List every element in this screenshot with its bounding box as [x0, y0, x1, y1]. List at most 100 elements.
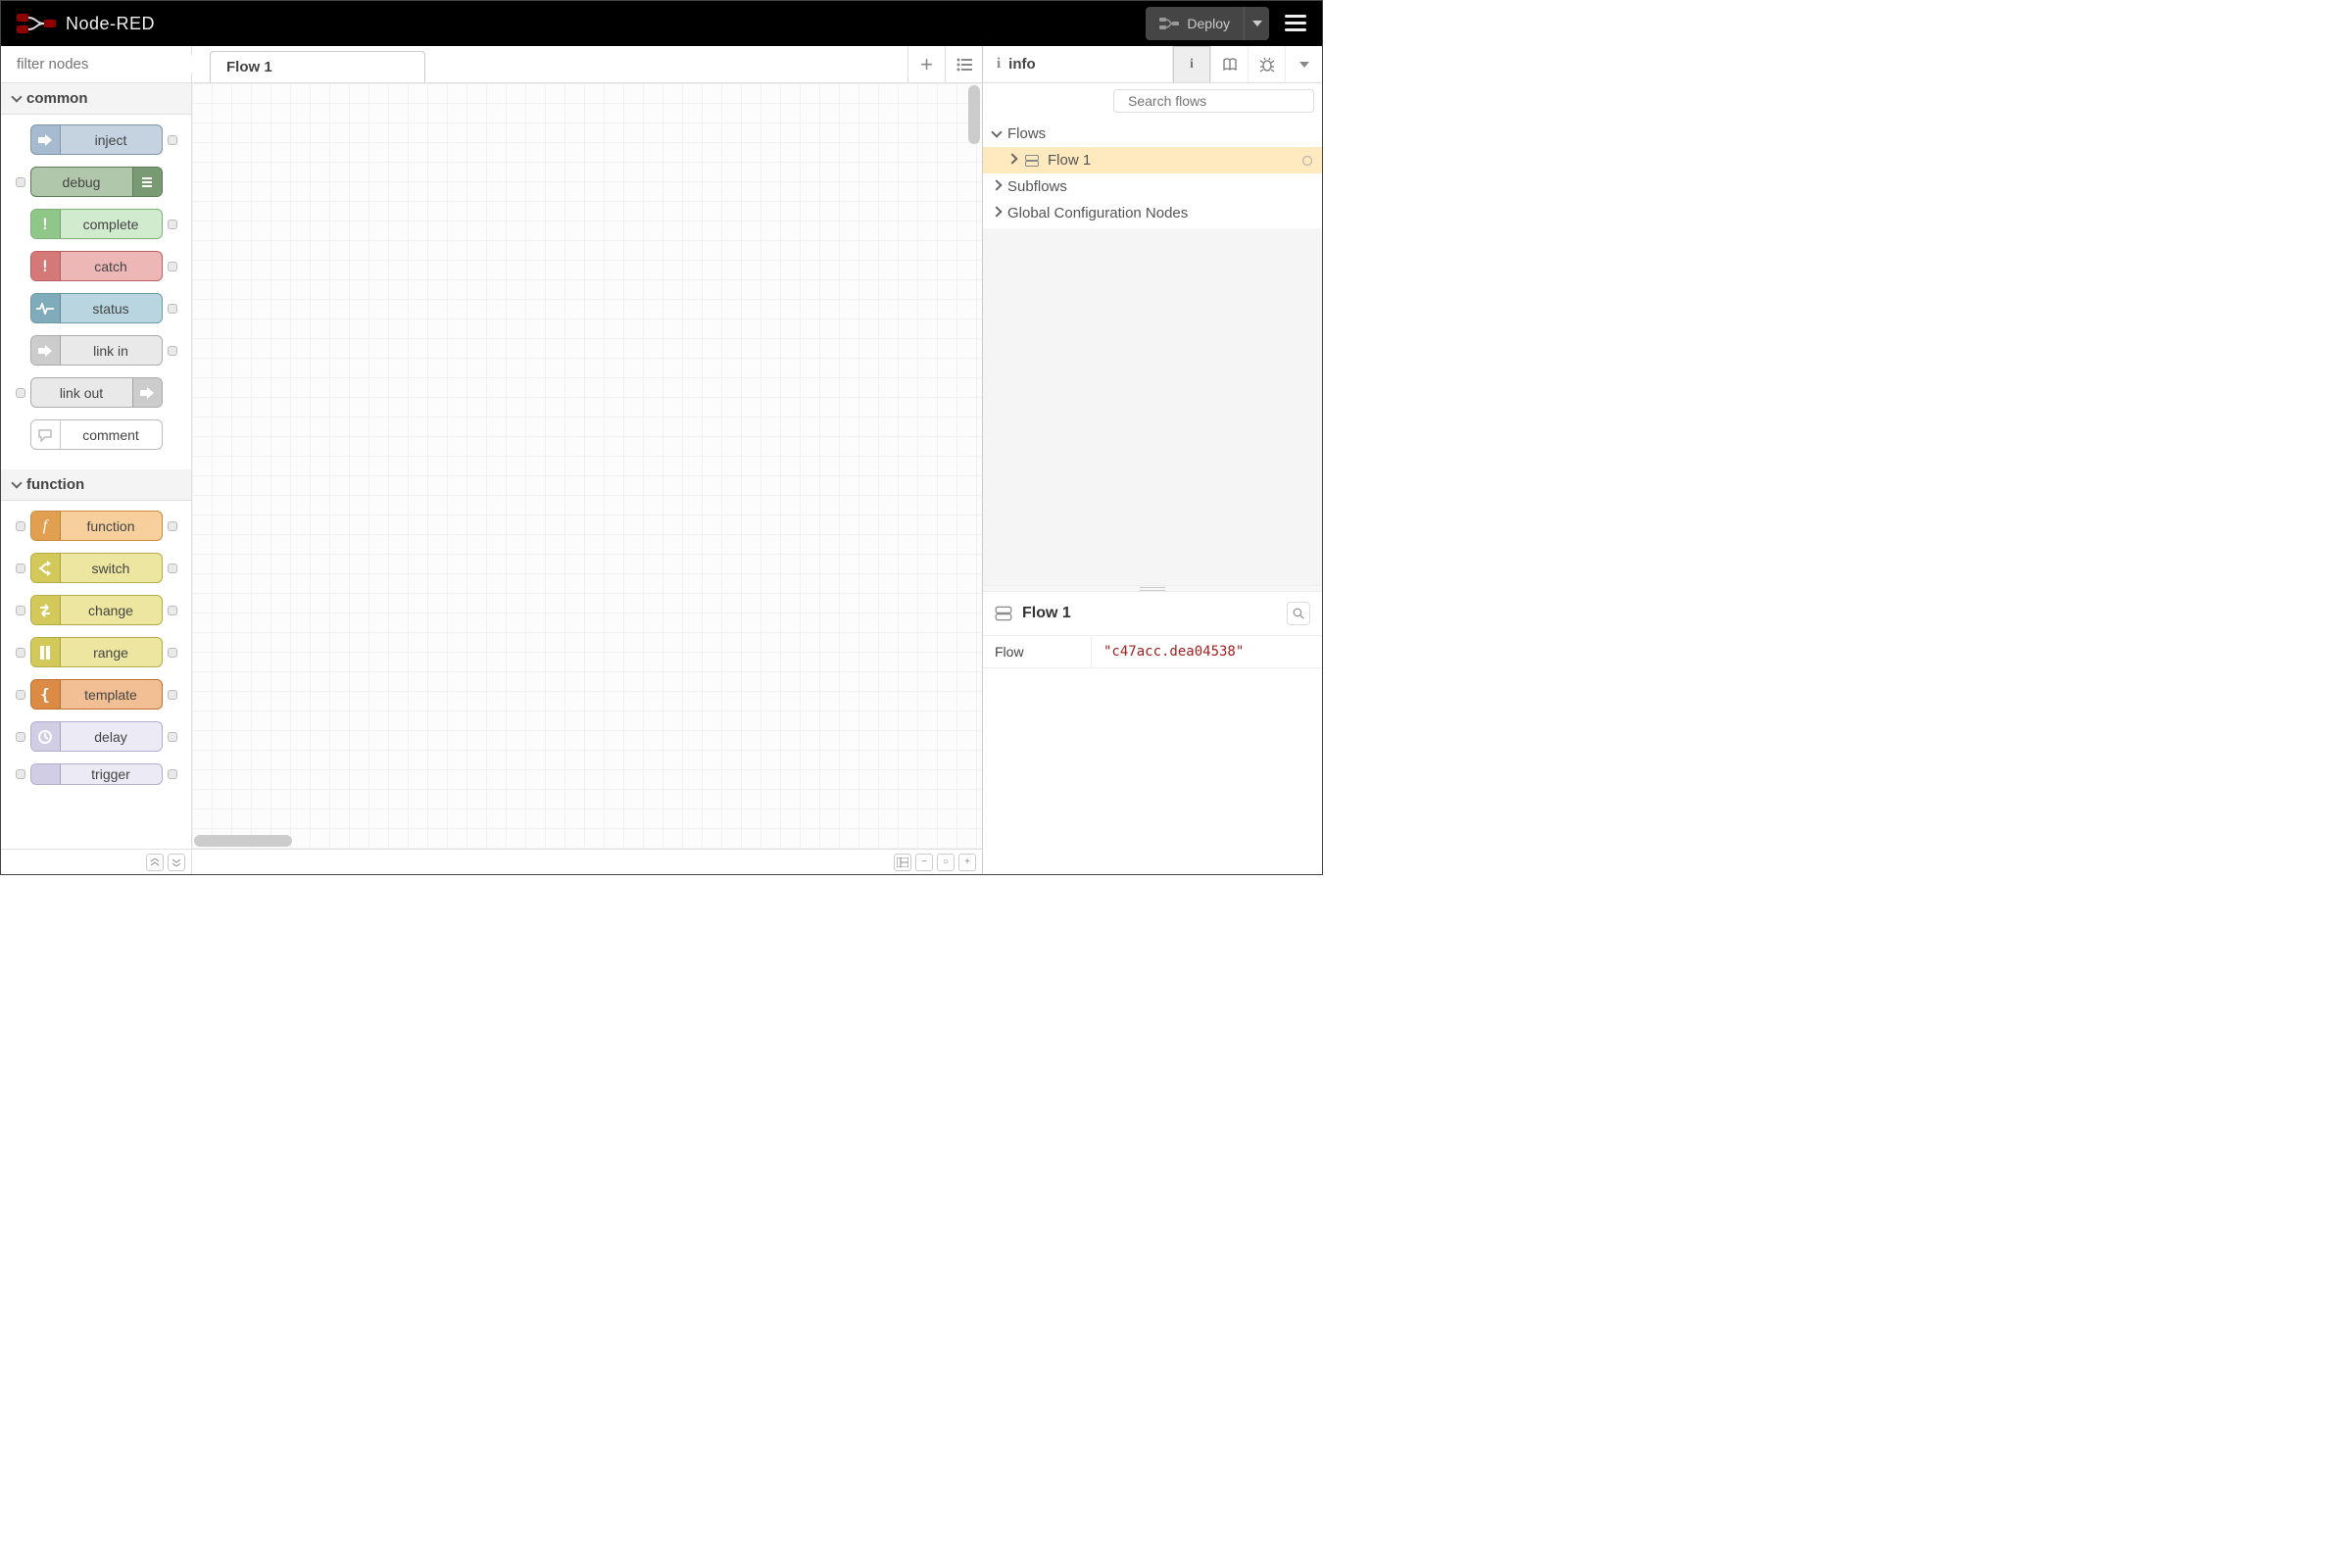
alert-icon: !: [31, 210, 61, 238]
status-icon: [31, 294, 61, 322]
canvas-vertical-scrollbar[interactable]: [968, 85, 980, 639]
node-link-in[interactable]: link in: [30, 335, 163, 366]
trigger-icon: [31, 764, 61, 784]
list-flows-button[interactable]: [945, 46, 982, 82]
chevron-right-icon: [1008, 152, 1016, 169]
caret-down-icon: [1299, 62, 1309, 68]
hamburger-icon: [1285, 15, 1306, 32]
range-icon: [31, 638, 61, 666]
deploy-icon: [1159, 17, 1179, 30]
tree-subflows[interactable]: Subflows: [983, 173, 1322, 200]
status-dot-icon: [1302, 156, 1312, 166]
bug-icon: [1259, 57, 1275, 73]
workspace-footer: − ○ +: [192, 849, 982, 874]
sidebar-detail-search-button[interactable]: [1287, 602, 1310, 625]
inject-icon: [31, 125, 61, 154]
sidebar-tree: Flows Flow 1 Subflows Global Configurati…: [983, 119, 1322, 228]
navigator-button[interactable]: [894, 854, 911, 871]
node-trigger[interactable]: trigger: [30, 763, 163, 785]
node-comment[interactable]: comment: [30, 419, 163, 450]
node-function[interactable]: f function: [30, 511, 163, 541]
book-icon: [1222, 58, 1238, 72]
sidebar-detail-header: Flow 1: [983, 592, 1322, 636]
link-in-icon: [31, 336, 61, 365]
sidebar-search-input[interactable]: [1128, 93, 1305, 109]
flow-icon: [993, 606, 1014, 622]
chevron-down-icon: [13, 476, 21, 493]
deploy-button[interactable]: Deploy: [1146, 7, 1244, 40]
chevron-right-icon: [993, 178, 1001, 195]
add-flow-button[interactable]: +: [907, 46, 945, 82]
tree-flow1[interactable]: Flow 1: [983, 147, 1322, 173]
palette-collapse-down-button[interactable]: [168, 854, 185, 871]
deploy-menu-caret[interactable]: [1244, 7, 1269, 40]
node-change[interactable]: change: [30, 595, 163, 625]
link-out-icon: [132, 378, 162, 407]
zoom-reset-button[interactable]: ○: [937, 854, 955, 871]
chevron-right-icon: [993, 205, 1001, 221]
node-range[interactable]: range: [30, 637, 163, 667]
flow-canvas[interactable]: [192, 83, 982, 874]
nodered-logo-icon: [17, 13, 56, 34]
function-icon: f: [31, 512, 61, 540]
node-debug[interactable]: debug: [30, 167, 163, 197]
sidebar-btn-debug[interactable]: [1248, 46, 1285, 82]
zoom-in-button[interactable]: +: [958, 854, 976, 871]
node-inject[interactable]: inject: [30, 124, 163, 155]
palette-category-function[interactable]: function: [1, 469, 191, 501]
change-icon: [31, 596, 61, 624]
palette-filter-input[interactable]: [13, 56, 212, 73]
sidebar-btn-more[interactable]: [1285, 46, 1322, 82]
palette-category-common[interactable]: common: [1, 83, 191, 115]
sidebar-detail-row-flowid: Flow "c47acc.dea04538": [983, 636, 1322, 668]
sidebar-splitter[interactable]: [983, 585, 1322, 592]
app-title: Node-RED: [66, 14, 155, 34]
workspace-tab-bar: Flow 1 +: [192, 46, 982, 83]
detail-value-flowid[interactable]: "c47acc.dea04538": [1091, 636, 1322, 667]
caret-down-icon: [1252, 21, 1262, 26]
flow-icon: [1023, 154, 1041, 168]
info-icon: i: [997, 56, 1001, 73]
debug-icon: [132, 168, 162, 196]
sidebar-tab-info[interactable]: i info: [983, 46, 1173, 82]
comment-icon: [31, 420, 61, 449]
delay-icon: [31, 722, 61, 751]
node-switch[interactable]: switch: [30, 553, 163, 583]
search-icon: [1293, 608, 1304, 619]
app-header: Node-RED Deploy: [1, 1, 1322, 46]
node-template[interactable]: { template: [30, 679, 163, 710]
sidebar: i info i: [983, 46, 1322, 874]
node-delay[interactable]: delay: [30, 721, 163, 752]
logo-area: Node-RED: [17, 13, 155, 34]
palette-footer: [1, 849, 191, 874]
info-icon: i: [1190, 57, 1194, 73]
main-menu-button[interactable]: [1279, 7, 1312, 40]
node-link-out[interactable]: link out: [30, 377, 163, 408]
sidebar-search-box: [1113, 89, 1314, 113]
palette-search: [1, 46, 191, 83]
alert-icon: !: [31, 252, 61, 280]
node-complete[interactable]: ! complete: [30, 209, 163, 239]
list-icon: [956, 58, 972, 72]
node-status[interactable]: status: [30, 293, 163, 323]
sidebar-btn-info[interactable]: i: [1173, 46, 1210, 82]
sidebar-search-row: [983, 83, 1322, 119]
palette-category-common-body: inject debug ! complete: [1, 115, 191, 469]
sidebar-tab-bar: i info i: [983, 46, 1322, 83]
template-icon: {: [31, 680, 61, 709]
node-catch[interactable]: ! catch: [30, 251, 163, 281]
chevron-down-icon: [13, 90, 21, 107]
sidebar-btn-help[interactable]: [1210, 46, 1248, 82]
deploy-button-group: Deploy: [1146, 7, 1269, 40]
deploy-label: Deploy: [1187, 16, 1230, 31]
palette-category-function-body: f function switch: [1, 501, 191, 805]
switch-icon: [31, 554, 61, 582]
zoom-out-button[interactable]: −: [915, 854, 933, 871]
detail-key: Flow: [983, 636, 1091, 667]
tree-flows[interactable]: Flows: [983, 121, 1322, 147]
palette-collapse-up-button[interactable]: [146, 854, 164, 871]
palette-list: common inject debug: [1, 83, 191, 849]
canvas-horizontal-scrollbar[interactable]: [194, 835, 982, 847]
tree-global-config[interactable]: Global Configuration Nodes: [983, 200, 1322, 226]
workspace-tab-flow1[interactable]: Flow 1: [210, 51, 425, 82]
